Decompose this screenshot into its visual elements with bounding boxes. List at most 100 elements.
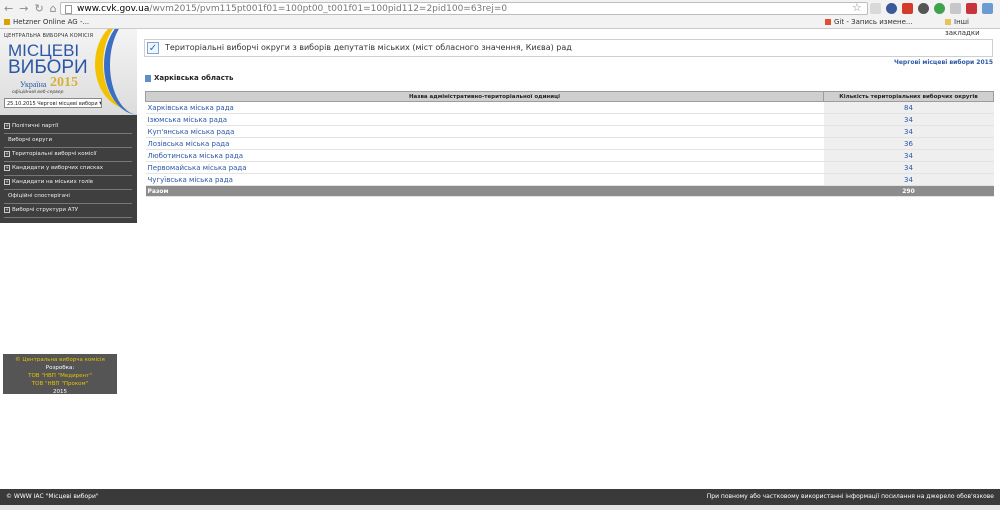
home-icon[interactable]: ⌂ [50, 3, 57, 15]
sidebar-item-list-candidates[interactable]: + Кандидати у виборчих списках [4, 162, 132, 176]
council-link[interactable]: Люботинська міська рада [145, 149, 824, 162]
credits-box: © Центральна виборча комісія Розробка: Т… [3, 354, 117, 395]
sidebar-item-commissions[interactable]: + Територіальні виборчі комісії [4, 148, 132, 162]
bookmark-other[interactable]: Інші закладки [945, 17, 1000, 39]
total-value: 290 [823, 185, 994, 197]
sidebar-item-label: Офіційні спостерігачі [8, 193, 70, 199]
mail-extension-icon[interactable] [902, 3, 913, 14]
bookmark-label: Hetzner Online AG -... [13, 18, 90, 26]
page-icon [65, 5, 72, 14]
bookmarks-bar: Hetzner Online AG -... Git - Запись изме… [0, 17, 1000, 37]
sidebar-item-ato-structures[interactable]: + Виборчі структури АТУ [4, 204, 132, 218]
news-extension-icon[interactable] [966, 3, 977, 14]
address-bar[interactable]: www.cvk.gov.ua/wvm2015/pvm115pt001f01=10… [60, 2, 868, 15]
council-link[interactable]: Первомайська міська рада [145, 161, 824, 174]
districts-table: Назва адміністративно-територіальної оди… [145, 91, 994, 197]
logo-org: ЦЕНТРАЛЬНА ВИБОРЧА КОМІСІЯ [4, 33, 94, 39]
column-header-name: Назва адміністративно-територіальної оди… [145, 91, 824, 102]
sidebar-item-observers[interactable]: Офіційні спостерігачі [4, 190, 132, 204]
credits-year: 2015 [53, 389, 67, 395]
council-link[interactable]: Куп'янська міська рада [145, 125, 824, 138]
sidebar-item-label: Виборчі округи [8, 137, 53, 143]
logo-year: 2015 [50, 75, 78, 90]
logo-subtitle: офіційний веб-сервер [12, 90, 64, 95]
document-icon [145, 74, 151, 82]
district-count[interactable]: 84 [823, 101, 994, 114]
reload-icon[interactable]: ↻ [34, 3, 43, 15]
table-total-row: Разом 290 [145, 185, 994, 197]
site-logo[interactable]: ЦЕНТРАЛЬНА ВИБОРЧА КОМІСІЯ МІСЦЕВІ ВИБОР… [0, 29, 137, 115]
election-select-value: 25.10.2015 Чергові місцеві вибори [7, 101, 98, 107]
expand-icon[interactable]: + [4, 164, 10, 171]
table-row: Чугуївська міська рада 34 [145, 173, 994, 186]
record-extension-icon[interactable] [918, 3, 929, 14]
table-row: Куп'янська міська рада 34 [145, 125, 994, 138]
back-icon[interactable]: ← [4, 3, 13, 15]
sidebar-item-districts[interactable]: Виборчі округи [4, 134, 132, 148]
page-title-box: ✓ Територіальні виборчі округи з виборів… [144, 39, 993, 57]
sidebar: ЦЕНТРАЛЬНА ВИБОРЧА КОМІСІЯ МІСЦЕВІ ВИБОР… [0, 29, 137, 223]
expand-icon[interactable]: + [4, 206, 10, 213]
bookmark-hetzner[interactable]: Hetzner Online AG -... [4, 17, 89, 28]
table-row: Лозівська міська рада 36 [145, 137, 994, 150]
logo-country: Україна [20, 80, 47, 89]
region-name: Харківська область [154, 74, 234, 82]
sidebar-menu: + Політичні партії Виборчі округи + Терито… [4, 120, 132, 218]
column-header-count: Кількість територіальних виборчих округі… [823, 91, 994, 102]
table-row: Первомайська міська рада 34 [145, 161, 994, 174]
council-link[interactable]: Ізюмська міська рада [145, 113, 824, 126]
window-bottom-edge [0, 505, 1000, 510]
sidebar-item-label: Кандидати у виборчих списках [12, 165, 104, 171]
election-label: Чергові місцеві вибори 2015 [894, 59, 993, 66]
district-count[interactable]: 34 [823, 125, 994, 138]
green-extension-icon[interactable] [934, 3, 945, 14]
menu-extension-icon[interactable] [982, 3, 993, 14]
sidebar-item-label: Виборчі структури АТУ [12, 207, 79, 213]
council-link[interactable]: Харківська міська рада [145, 101, 824, 114]
sidebar-item-label: Політичні партії [12, 123, 59, 129]
council-link[interactable]: Лозівська міська рада [145, 137, 824, 150]
expand-icon[interactable]: + [4, 178, 10, 185]
table-header-row: Назва адміністративно-територіальної оди… [145, 91, 994, 102]
table-row: Люботинська міська рада 34 [145, 149, 994, 162]
district-count[interactable]: 34 [823, 173, 994, 186]
bookmark-label: Git - Запись измене... [834, 18, 913, 26]
district-count[interactable]: 36 [823, 137, 994, 150]
district-count[interactable]: 34 [823, 149, 994, 162]
logo-arc-blue [104, 29, 137, 115]
election-select[interactable]: 25.10.2015 Чергові місцеві вибори ▼ [4, 98, 102, 108]
table-row: Харківська міська рада 84 [145, 101, 994, 114]
browser-chrome: ← → ↻ ⌂ www.cvk.gov.ua/wvm2015/pvm115pt0… [0, 0, 1000, 37]
sidebar-item-parties[interactable]: + Політичні партії [4, 120, 132, 134]
bookmark-favicon [4, 19, 10, 25]
page-title: Територіальні виборчі округи з виборів д… [165, 43, 572, 52]
page-footer: © WWW ІАС "Місцеві вибори" При повному а… [0, 489, 1000, 505]
extension-icon[interactable] [870, 3, 881, 14]
region-heading: Харківська область [145, 74, 233, 82]
extension2-icon[interactable] [950, 3, 961, 14]
table-row: Ізюмська міська рада 34 [145, 113, 994, 126]
folder-icon [945, 19, 951, 25]
play-extension-icon[interactable] [886, 3, 897, 14]
bookmark-favicon [825, 19, 831, 25]
total-label: Разом [145, 185, 824, 197]
credits-dev-label: Розробка: [45, 365, 75, 371]
district-count[interactable]: 34 [823, 113, 994, 126]
bookmark-git[interactable]: Git - Запись измене... [825, 17, 913, 28]
bookmark-star-icon[interactable]: ☆ [852, 1, 862, 14]
credits-dev2[interactable]: ТОВ "НВП "Проком" [3, 380, 117, 388]
credits-dev1[interactable]: ТОВ "НВП "Медирент" [3, 372, 117, 380]
expand-icon[interactable]: + [4, 150, 10, 157]
footer-copyright: © WWW ІАС "Місцеві вибори" [6, 493, 99, 500]
sidebar-item-label: Кандидати на міських голів [12, 179, 94, 185]
sidebar-item-mayor-candidates[interactable]: + Кандидати на міських голів [4, 176, 132, 190]
url-host: www.cvk.gov.ua [77, 4, 150, 14]
forward-icon[interactable]: → [19, 3, 28, 15]
footer-notice: При повному або частковому використанні … [706, 493, 994, 500]
council-link[interactable]: Чугуївська міська рада [145, 173, 824, 186]
nav-buttons: ← → ↻ ⌂ [4, 3, 57, 15]
district-count[interactable]: 34 [823, 161, 994, 174]
credits-copyright[interactable]: © Центральна виборча комісія [3, 356, 117, 364]
expand-icon[interactable]: + [4, 122, 10, 129]
chevron-down-icon: ▼ [99, 101, 101, 107]
